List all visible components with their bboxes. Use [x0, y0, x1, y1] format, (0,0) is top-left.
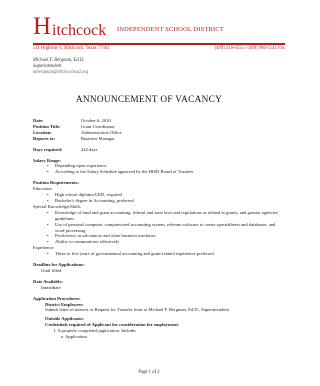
days-required-value: 242 days: [81, 146, 98, 152]
procedure-sub-item: a. Application: [61, 333, 87, 339]
detail-label: Reports to:: [33, 135, 56, 141]
days-required-label: Days required:: [33, 146, 63, 152]
bullet-icon: •: [47, 209, 49, 215]
letterhead-phone: (409) 316-6555 / (409) 986-5141 Fax: [214, 46, 285, 51]
vacancy-body: Date: October 6, 2010 Position Title: Gr…: [33, 118, 283, 340]
bullet-icon: •: [47, 197, 49, 203]
letterhead-logo: H itchcock INDEPENDENT SCHOOL DISTRICT: [33, 14, 285, 44]
letterhead-name: itchcock: [52, 22, 107, 39]
page-number: Page 1 of 2: [138, 370, 160, 375]
bullet-icon: •: [47, 169, 49, 175]
list-item: • Knowledge of fund and grant accounting,…: [47, 209, 279, 221]
letter-page: H itchcock INDEPENDENT SCHOOL DISTRICT 5…: [0, 0, 298, 386]
superintendent-email[interactable]: mbergman@hitchcockisd.org: [33, 70, 88, 76]
list-item: • Use of personal computer, computerized …: [47, 221, 276, 233]
bullet-icon: •: [47, 251, 49, 257]
letterhead-district: INDEPENDENT SCHOOL DISTRICT: [117, 26, 224, 33]
page-title: ANNOUNCEMENT OF VACANCY: [75, 95, 223, 105]
superintendent-block: Michael F. Bergman, Ed.D. Superintendent…: [33, 58, 88, 77]
letterhead-initial: H: [33, 13, 52, 40]
detail-value: Business Manager: [81, 135, 115, 141]
letterhead-divider: [33, 43, 285, 45]
letterhead-address: 511 Highway 6, Hitchcock, Texas 77563: [33, 46, 110, 51]
bullet-icon: •: [47, 221, 49, 227]
